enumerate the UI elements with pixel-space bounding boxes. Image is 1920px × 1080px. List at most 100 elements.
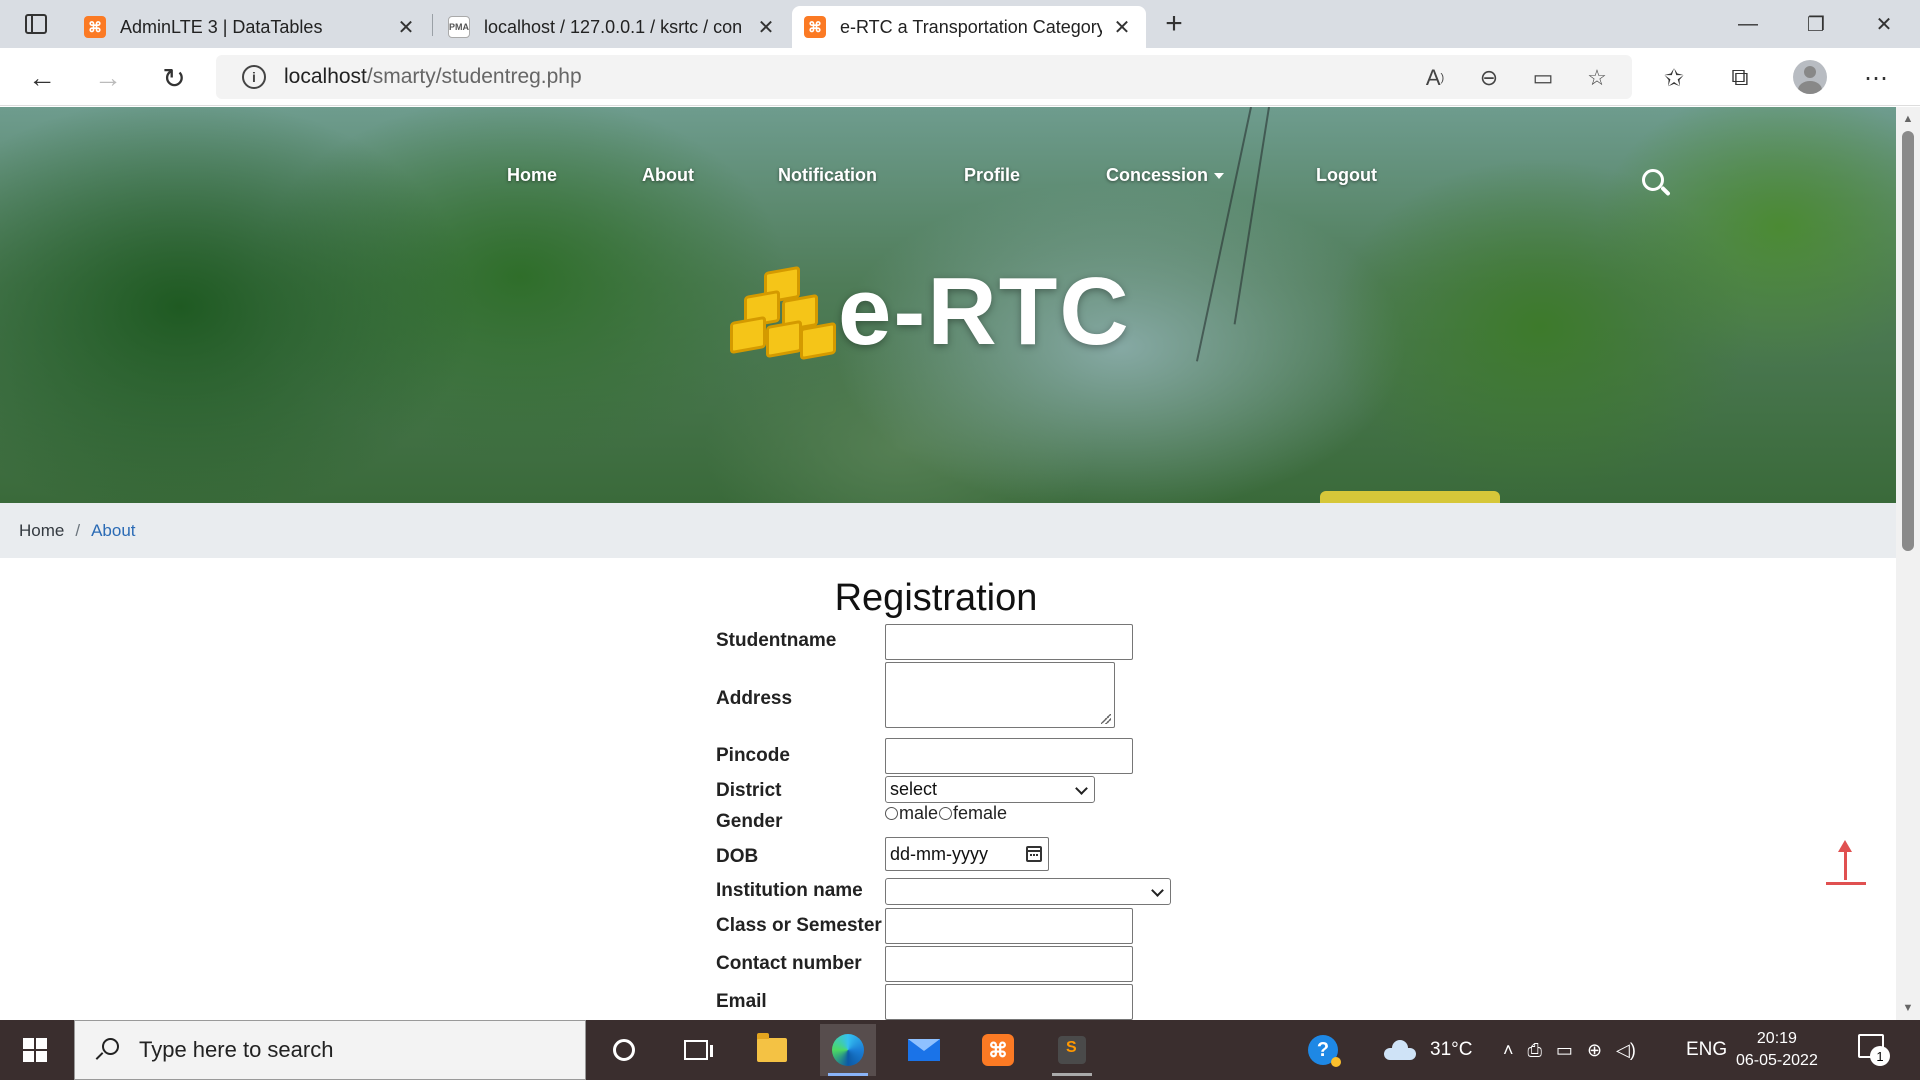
search-icon[interactable] xyxy=(1642,169,1672,199)
battery-icon[interactable]: ▭ xyxy=(1556,1040,1573,1061)
gender-radio-group: male female xyxy=(885,803,1007,824)
profile-avatar[interactable] xyxy=(1793,60,1827,94)
email-field[interactable] xyxy=(885,984,1133,1020)
resize-grip-icon[interactable] xyxy=(1101,714,1111,724)
class-field[interactable] xyxy=(885,908,1133,944)
scroll-down-arrow-icon[interactable]: ▼ xyxy=(1896,998,1920,1018)
url-host: localhost xyxy=(284,65,367,88)
clock[interactable]: 20:19 06-05-2022 xyxy=(1736,1020,1818,1080)
xampp-taskbar-icon[interactable]: ⌘ xyxy=(970,1024,1026,1076)
new-tab-button[interactable]: + xyxy=(1158,7,1190,40)
breadcrumb-home[interactable]: Home xyxy=(19,521,64,541)
pincode-field[interactable] xyxy=(885,738,1133,774)
tab-title: AdminLTE 3 | DataTables xyxy=(120,16,323,37)
gender-male-radio[interactable] xyxy=(885,807,898,820)
close-icon[interactable]: ✕ xyxy=(394,15,418,39)
chevron-down-icon xyxy=(1214,173,1225,180)
tab-title: e-RTC a Transportation Category xyxy=(840,16,1102,37)
favorites-icon[interactable]: ✩ xyxy=(1656,60,1692,96)
page-scrollbar[interactable]: ▲ ▼ xyxy=(1896,107,1920,1020)
taskbar-search-placeholder: Type here to search xyxy=(139,1037,334,1062)
window-close-button[interactable]: ✕ xyxy=(1850,0,1918,48)
address-label: Address xyxy=(716,688,793,709)
tab-actions-icon[interactable] xyxy=(14,10,58,38)
taskbar-search-box[interactable]: Type here to search xyxy=(74,1020,586,1080)
task-view-icon[interactable] xyxy=(668,1024,724,1076)
calendar-icon[interactable] xyxy=(1026,846,1042,862)
nav-about[interactable]: About xyxy=(642,165,694,186)
add-favorite-icon[interactable]: ☆ xyxy=(1584,65,1610,91)
gender-female-radio[interactable] xyxy=(939,807,953,820)
power-line xyxy=(1233,107,1270,325)
district-selected-value: select xyxy=(890,779,938,799)
dob-label: DOB xyxy=(716,846,759,867)
back-arrow-icon[interactable]: ← xyxy=(22,58,62,98)
more-menu-icon[interactable]: ⋯ xyxy=(1858,60,1894,96)
breadcrumb-separator: / xyxy=(75,520,81,540)
language-indicator[interactable]: ENG xyxy=(1686,1020,1727,1080)
phpmyadmin-icon: PMA xyxy=(448,16,470,38)
file-explorer-icon[interactable] xyxy=(744,1024,800,1076)
institution-label: Institution name xyxy=(716,880,863,901)
district-label: District xyxy=(716,780,782,801)
nav-concession[interactable]: Concession xyxy=(1106,165,1225,186)
system-tray: ˄ ⎙ ▭ ⊕ ◁) xyxy=(1496,1020,1643,1080)
cubes-icon xyxy=(730,265,836,361)
tab-phpmyadmin[interactable]: PMA localhost / 127.0.0.1 / ksrtc / con … xyxy=(436,6,790,48)
read-aloud-icon[interactable]: A) xyxy=(1422,65,1448,91)
tab-admin-datatables[interactable]: ⌘ AdminLTE 3 | DataTables ✕ xyxy=(72,6,430,48)
scroll-to-top-button[interactable] xyxy=(1826,840,1866,890)
scroll-up-arrow-icon[interactable]: ▲ xyxy=(1896,109,1920,129)
start-button[interactable] xyxy=(0,1020,70,1080)
refresh-icon[interactable]: ↻ xyxy=(154,58,194,98)
page-title: Registration xyxy=(834,577,1038,619)
clock-time: 20:19 xyxy=(1756,1030,1797,1047)
address-bar[interactable]: i localhost/smarty/studentreg.php A) ⊖ ▭… xyxy=(216,55,1632,99)
weather-temperature: 31°C xyxy=(1430,1039,1473,1060)
payment-card-icon[interactable]: ▭ xyxy=(1530,65,1556,91)
mail-icon[interactable] xyxy=(896,1024,952,1076)
cortana-icon[interactable] xyxy=(596,1024,652,1076)
url-text[interactable]: localhost/smarty/studentreg.php xyxy=(284,65,582,89)
studentname-label: Studentname xyxy=(716,630,837,651)
language-label: ENG xyxy=(1686,1039,1728,1060)
zoom-out-icon[interactable]: ⊖ xyxy=(1476,65,1502,91)
studentname-field[interactable] xyxy=(885,624,1133,660)
info-icon[interactable]: i xyxy=(242,65,266,89)
meet-now-icon[interactable]: ⎙ xyxy=(1528,1040,1542,1061)
close-icon[interactable]: ✕ xyxy=(754,15,778,39)
tab-ertc[interactable]: ⌘ e-RTC a Transportation Category ✕ xyxy=(792,6,1146,48)
contact-field[interactable] xyxy=(885,946,1133,982)
minimize-button[interactable]: — xyxy=(1714,0,1782,48)
volume-icon[interactable]: ◁) xyxy=(1616,1040,1636,1061)
help-tray-icon[interactable]: ? xyxy=(1308,1020,1341,1080)
district-select[interactable]: select xyxy=(885,776,1095,803)
forward-arrow-icon[interactable]: → xyxy=(88,58,128,98)
restore-button[interactable]: ❐ xyxy=(1782,0,1850,48)
tab-separator xyxy=(432,14,433,36)
institution-select[interactable] xyxy=(885,878,1171,905)
gender-label: Gender xyxy=(716,811,783,832)
nav-logout[interactable]: Logout xyxy=(1316,165,1377,186)
chevron-up-icon[interactable]: ˄ xyxy=(1503,1040,1514,1061)
nav-home[interactable]: Home xyxy=(507,165,557,186)
weather-widget[interactable]: 31°C xyxy=(1384,1020,1472,1080)
brand-logo[interactable]: e-RTC xyxy=(730,257,1131,367)
breadcrumb-current[interactable]: About xyxy=(91,521,135,541)
notification-center-icon[interactable]: 1 xyxy=(1858,1034,1890,1066)
close-icon[interactable]: ✕ xyxy=(1110,15,1134,39)
collections-icon[interactable]: ⧉ xyxy=(1722,60,1758,96)
gender-female-label[interactable]: female xyxy=(953,803,1007,824)
address-field[interactable] xyxy=(885,662,1115,728)
gender-male-label[interactable]: male xyxy=(899,803,938,824)
bus-roof xyxy=(1320,491,1500,503)
brand-name: e-RTC xyxy=(838,258,1131,365)
nav-notification[interactable]: Notification xyxy=(778,165,877,186)
xampp-icon: ⌘ xyxy=(804,16,826,38)
nav-profile[interactable]: Profile xyxy=(964,165,1020,186)
edge-browser-icon[interactable] xyxy=(820,1024,876,1076)
dob-date-field[interactable]: dd-mm-yyyy xyxy=(885,837,1049,871)
network-globe-icon[interactable]: ⊕ xyxy=(1587,1040,1602,1061)
scrollbar-thumb[interactable] xyxy=(1902,131,1914,551)
sublime-text-icon[interactable] xyxy=(1044,1024,1100,1076)
